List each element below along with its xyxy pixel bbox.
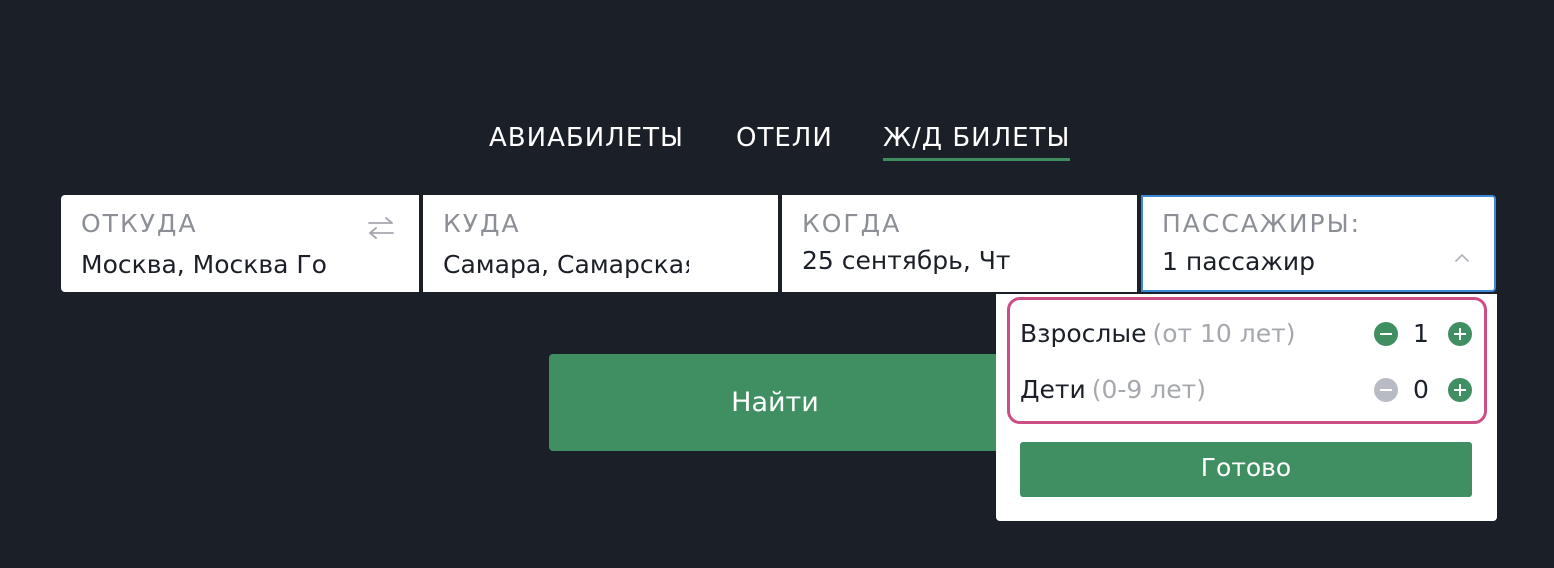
children-count: 0 (1413, 375, 1429, 404)
date-field[interactable]: КОГДА 25 сентябрь, Чт (782, 195, 1137, 292)
from-field[interactable]: ОТКУДА Москва, Москва Город (61, 195, 419, 292)
from-label: ОТКУДА (81, 209, 198, 238)
tab-hotels[interactable]: ОТЕЛИ (736, 118, 833, 158)
find-button[interactable]: Найти (549, 354, 1009, 451)
search-tabs: АВИАБИЛЕТЫ ОТЕЛИ Ж/Д БИЛЕТЫ (0, 118, 1554, 164)
chevron-up-icon[interactable] (1453, 251, 1471, 265)
from-input[interactable]: Москва, Москва Город (81, 250, 329, 279)
passengers-value[interactable]: 1 пассажир (1162, 247, 1315, 276)
to-field[interactable]: КУДА Самара, Самарская область (423, 195, 778, 292)
children-minus-icon[interactable] (1374, 378, 1398, 402)
date-label: КОГДА (802, 209, 902, 238)
tab-train-tickets[interactable]: Ж/Д БИЛЕТЫ (883, 118, 1071, 161)
adults-age-hint: (от 10 лет) (1152, 319, 1296, 348)
adults-count: 1 (1413, 319, 1429, 348)
children-row: Дети (0-9 лет) 0 (1020, 372, 1480, 408)
find-button-label: Найти (731, 387, 819, 418)
children-age-hint: (0-9 лет) (1091, 375, 1206, 404)
adults-row: Взрослые (от 10 лет) 1 (1020, 316, 1480, 352)
adults-minus-icon[interactable] (1374, 322, 1398, 346)
passengers-label: ПАССАЖИРЫ: (1162, 209, 1362, 238)
swap-arrows-icon[interactable] (366, 215, 396, 241)
done-button[interactable]: Готово (1020, 442, 1472, 497)
to-input[interactable]: Самара, Самарская область (443, 250, 689, 279)
tab-flights[interactable]: АВИАБИЛЕТЫ (489, 118, 684, 158)
adults-label: Взрослые (1020, 319, 1147, 348)
passengers-popup: Взрослые (от 10 лет) 1 Дети (0-9 лет) 0 Го… (996, 294, 1497, 521)
adults-plus-icon[interactable] (1448, 322, 1472, 346)
children-plus-icon[interactable] (1448, 378, 1472, 402)
date-input[interactable]: 25 сентябрь, Чт (802, 246, 1010, 275)
children-label: Дети (1020, 375, 1086, 404)
to-label: КУДА (443, 209, 521, 238)
passengers-field[interactable]: ПАССАЖИРЫ: 1 пассажир (1141, 195, 1496, 292)
